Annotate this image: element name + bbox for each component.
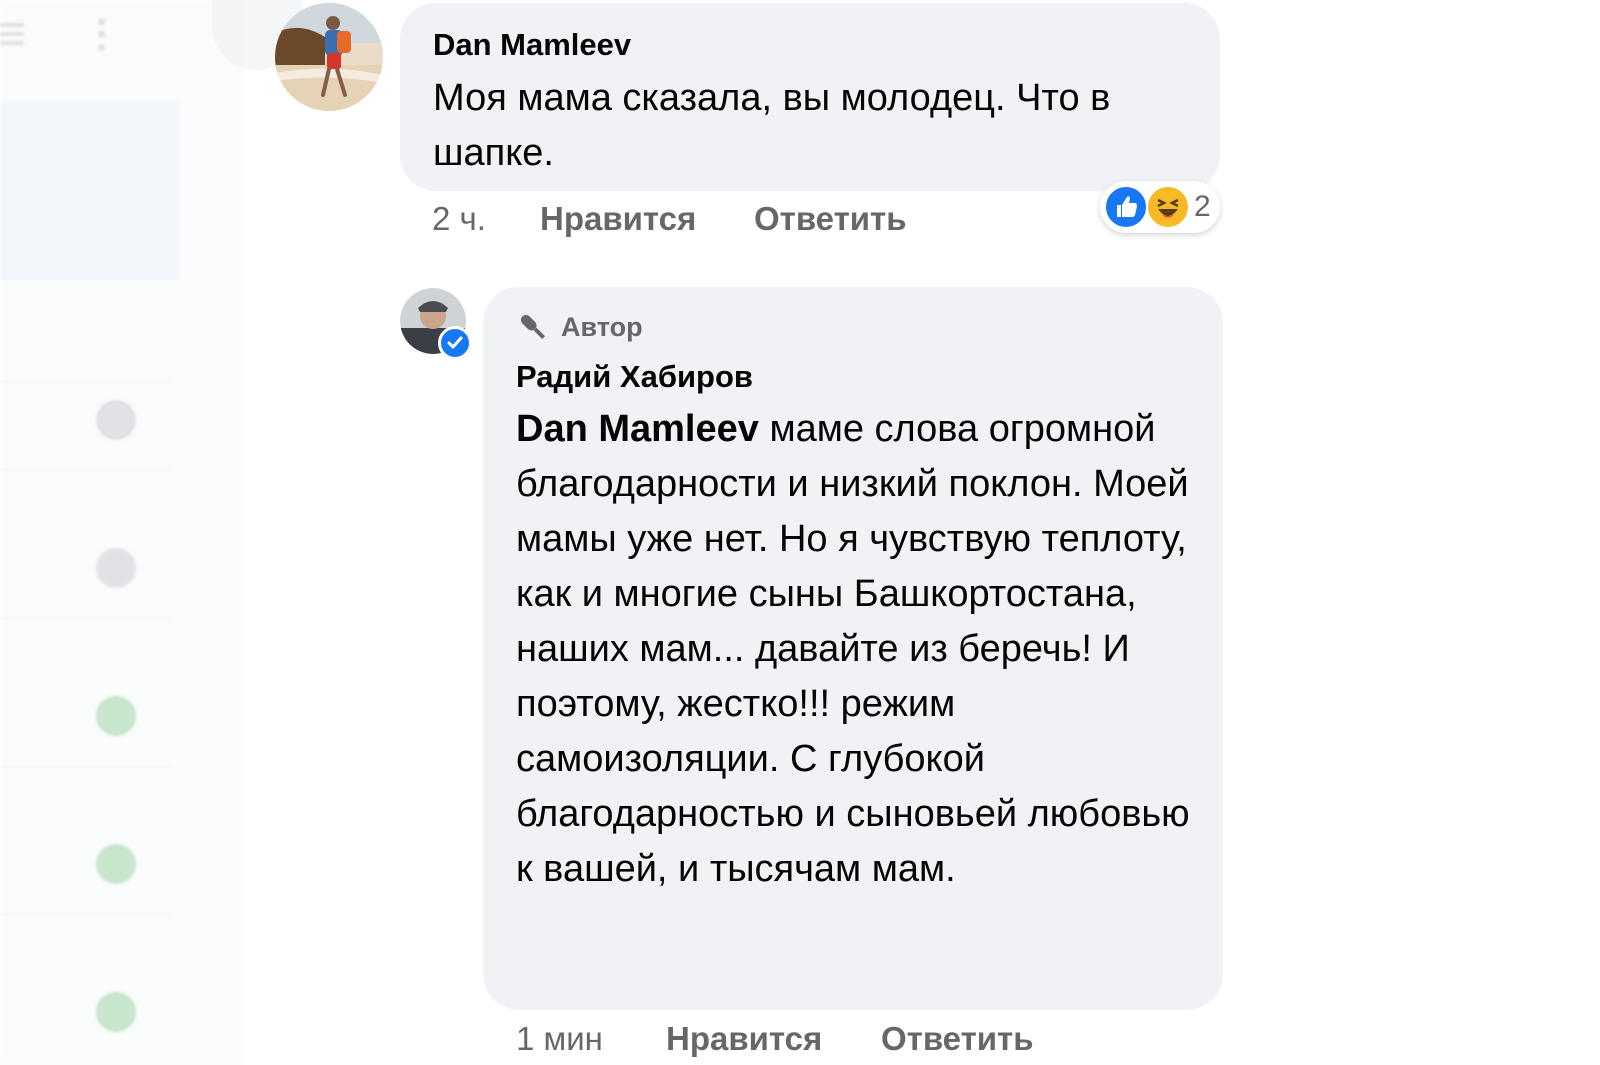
background-badge bbox=[96, 844, 136, 884]
more-dots-icon bbox=[98, 18, 106, 57]
reply-author-name[interactable]: Радий Хабиров bbox=[516, 359, 753, 395]
like-button[interactable]: Нравится bbox=[540, 200, 696, 238]
reply-like-button[interactable]: Нравится bbox=[666, 1020, 822, 1058]
comment-timestamp[interactable]: 2 ч. bbox=[432, 200, 486, 238]
background-badge bbox=[96, 548, 136, 588]
like-icon bbox=[1104, 185, 1148, 229]
author-badge-label: Автор bbox=[561, 312, 643, 342]
background-badge bbox=[96, 400, 136, 440]
comment-text: Моя мама сказала, вы молодец. Что в шапк… bbox=[433, 77, 1111, 174]
comment-bubble: Dan Mamleev Моя мама сказала, вы молодец… bbox=[400, 3, 1220, 191]
reply-reply-button[interactable]: Ответить bbox=[881, 1020, 1034, 1058]
divider bbox=[0, 618, 170, 620]
divider bbox=[0, 914, 170, 916]
reply-timestamp[interactable]: 1 мин bbox=[516, 1020, 603, 1058]
background-banner bbox=[0, 100, 180, 280]
divider bbox=[0, 380, 170, 382]
commenter-avatar[interactable] bbox=[275, 3, 383, 111]
divider bbox=[0, 766, 170, 768]
reply-button[interactable]: Ответить bbox=[754, 200, 907, 238]
mention-link[interactable]: Dan Mamleev bbox=[516, 408, 759, 450]
background-chat-list bbox=[0, 0, 245, 1065]
reply-author-avatar[interactable] bbox=[400, 288, 472, 360]
background-badge bbox=[96, 992, 136, 1032]
background-badge bbox=[96, 696, 136, 736]
haha-icon bbox=[1146, 185, 1190, 229]
reaction-count: 2 bbox=[1194, 190, 1211, 223]
verified-badge-icon bbox=[438, 326, 472, 360]
beach-photo-avatar-icon bbox=[275, 3, 383, 111]
divider bbox=[0, 468, 170, 470]
reactions-summary[interactable]: 2 bbox=[1100, 181, 1220, 233]
microphone-icon bbox=[520, 314, 546, 340]
menu-icon bbox=[0, 18, 24, 46]
reply-text: Dan Mamleev маме слова огромной благодар… bbox=[516, 402, 1206, 897]
comment-author-name[interactable]: Dan Mamleev bbox=[433, 27, 631, 63]
reply-text-body: маме слова огромной благодарности и низк… bbox=[516, 408, 1190, 890]
